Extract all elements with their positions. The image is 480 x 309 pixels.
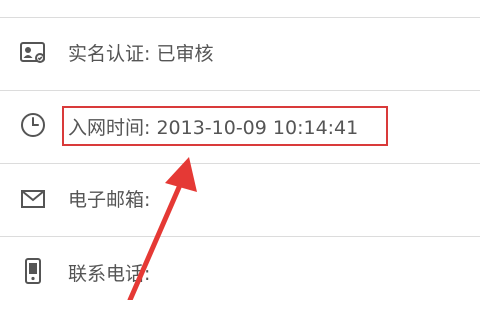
clock-icon <box>19 111 47 139</box>
email-label: 电子邮箱: <box>68 189 151 211</box>
contact-phone-label: 联系电话: <box>68 263 151 285</box>
annotation-highlight-box <box>62 106 388 146</box>
id-card-icon <box>19 38 47 66</box>
phone-icon <box>19 257 47 285</box>
row-email[interactable]: 电子邮箱: <box>0 164 480 236</box>
row-contact-phone[interactable]: 联系电话: <box>0 237 480 309</box>
row-real-name-verification[interactable]: 实名认证: 已审核 <box>0 18 480 90</box>
envelope-icon <box>19 185 47 213</box>
real-name-verification-label: 实名认证: 已审核 <box>68 43 214 65</box>
